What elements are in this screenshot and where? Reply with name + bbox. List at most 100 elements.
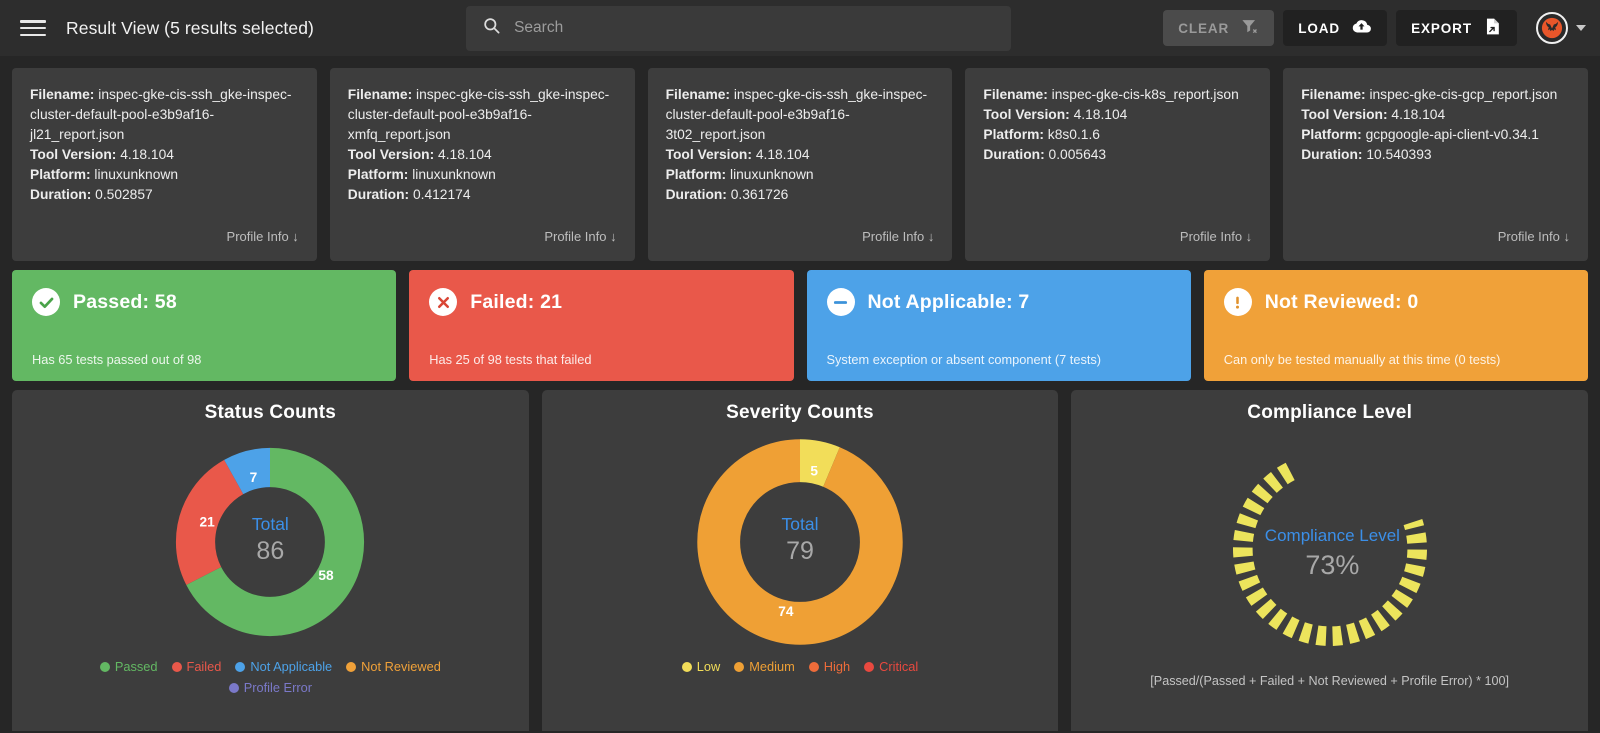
- compliance-gauge-svg[interactable]: [1221, 440, 1439, 658]
- donut-slice-medium[interactable]: [697, 438, 903, 645]
- status-banner-title: Not Applicable: 7: [867, 290, 1030, 313]
- export-button[interactable]: EXPORT: [1396, 10, 1517, 46]
- load-button[interactable]: LOAD: [1283, 10, 1388, 46]
- tool-version-row: Tool Version: 4.18.104: [348, 145, 617, 165]
- file-card-list: Filename: inspec-gke-cis-ssh_gke-inspec-…: [0, 56, 1600, 261]
- platform-row: Platform: gcpgoogle-api-client-v0.34.1: [1301, 125, 1570, 145]
- compliance-level-title: Compliance Level: [1247, 402, 1413, 423]
- legend-item-high[interactable]: High: [808, 659, 851, 674]
- status-banner-not-applicable[interactable]: Not Applicable: 7 System exception or ab…: [806, 270, 1191, 381]
- status-counts-legend: Passed Failed Not Applicable Not Reviewe…: [12, 659, 529, 695]
- status-counts-title: Status Counts: [204, 402, 337, 423]
- severity-counts-title: Severity Counts: [726, 402, 874, 423]
- legend-dot-icon: [346, 661, 357, 672]
- severity-counts-panel: Severity Counts 5 74 Total 79 Low Medium…: [541, 390, 1059, 731]
- tool-version-label: Tool Version:: [1301, 107, 1388, 122]
- chart-row: Status Counts 58 21 7 Total 86 Passed Fa…: [0, 381, 1600, 731]
- gauge-arc[interactable]: [1221, 440, 1439, 658]
- filename-row: Filename: inspec-gke-cis-ssh_gke-inspec-…: [666, 85, 935, 145]
- tool-version-value: 4.18.104: [120, 147, 174, 162]
- status-banner-title: Passed: 58: [73, 290, 177, 313]
- cloud-upload-icon: [1351, 16, 1372, 40]
- search-icon: [482, 16, 501, 40]
- legend-item-critical[interactable]: Critical: [864, 659, 918, 674]
- minus-circle-icon: [826, 288, 855, 316]
- search-field[interactable]: [514, 19, 996, 37]
- duration-label: Duration:: [983, 147, 1045, 162]
- duration-value: 0.412174: [412, 187, 471, 202]
- compliance-gauge[interactable]: Compliance Level 73%: [1071, 424, 1588, 674]
- legend-dot-icon: [808, 661, 819, 672]
- duration-label: Duration:: [30, 187, 92, 202]
- platform-label: Platform:: [983, 127, 1044, 142]
- file-export-icon: [1483, 17, 1502, 39]
- page-title: Result View (5 results selected): [66, 17, 314, 38]
- legend-label: Profile Error: [243, 680, 312, 695]
- user-menu[interactable]: [1535, 12, 1586, 44]
- status-banner-subtitle: Has 25 of 98 tests that failed: [429, 352, 592, 367]
- severity-counts-svg[interactable]: 5 74: [693, 435, 907, 649]
- filename-label: Filename:: [665, 87, 730, 102]
- hamburger-menu-icon[interactable]: [20, 17, 46, 39]
- file-card[interactable]: Filename: inspec-gke-cis-gcp_report.json…: [1283, 68, 1588, 261]
- status-counts-donut[interactable]: 58 21 7 Total 86: [12, 424, 529, 659]
- donut-label-low: 5: [810, 463, 818, 478]
- platform-value: linuxunknown: [412, 167, 496, 182]
- compliance-level-panel: Compliance Level Compliance Level 73% [P…: [1071, 390, 1589, 731]
- load-button-label: LOAD: [1298, 20, 1341, 36]
- status-banner-passed[interactable]: Passed: 58 Has 65 tests passed out of 98: [12, 270, 397, 381]
- legend-item-not-reviewed[interactable]: Not Reviewed: [346, 659, 441, 674]
- severity-counts-donut[interactable]: 5 74 Total 79: [542, 424, 1059, 659]
- donut-label-failed: 21: [200, 514, 216, 529]
- file-card[interactable]: Filename: inspec-gke-cis-ssh_gke-inspec-…: [329, 68, 635, 261]
- heimdall-logo-icon[interactable]: [1535, 12, 1568, 44]
- tool-version-row: Tool Version: 4.18.104: [666, 145, 935, 165]
- filename-row: Filename: inspec-gke-cis-gcp_report.json: [1301, 85, 1570, 105]
- profile-info-link[interactable]: Profile Info ↓: [1498, 227, 1570, 249]
- legend-item-medium[interactable]: Medium: [734, 659, 795, 674]
- filename-label: Filename:: [30, 87, 95, 102]
- chevron-down-icon[interactable]: [1575, 25, 1586, 31]
- duration-value: 0.361726: [730, 187, 789, 202]
- platform-value: k8s0.1.6: [1047, 127, 1100, 142]
- export-button-label: EXPORT: [1411, 20, 1472, 36]
- filename-value: inspec-gke-cis-gcp_report.json: [1369, 87, 1558, 102]
- status-banner-not-reviewed[interactable]: Not Reviewed: 0 Can only be tested manua…: [1203, 270, 1588, 381]
- status-banner-failed[interactable]: Failed: 21 Has 25 of 98 tests that faile…: [409, 270, 794, 381]
- severity-counts-legend: Low Medium High Critical: [542, 659, 1059, 674]
- legend-item-low[interactable]: Low: [681, 659, 720, 674]
- legend-dot-icon: [228, 682, 239, 693]
- status-banner-subtitle: Has 65 tests passed out of 98: [32, 352, 202, 367]
- donut-label-not-applicable: 7: [250, 470, 258, 485]
- tool-version-row: Tool Version: 4.18.104: [1301, 105, 1570, 125]
- file-card[interactable]: Filename: inspec-gke-cis-ssh_gke-inspec-…: [12, 68, 317, 261]
- profile-info-link[interactable]: Profile Info ↓: [862, 227, 934, 249]
- x-circle-icon: [429, 288, 458, 316]
- app-header: Result View (5 results selected) CLEAR L…: [0, 0, 1600, 56]
- search-input[interactable]: [466, 5, 1012, 51]
- legend-label: Critical: [879, 659, 919, 674]
- platform-row: Platform: k8s0.1.6: [983, 125, 1252, 145]
- status-counts-svg[interactable]: 58 21 7: [172, 444, 368, 640]
- file-card[interactable]: Filename: inspec-gke-cis-ssh_gke-inspec-…: [647, 68, 953, 261]
- platform-row: Platform: linuxunknown: [30, 165, 299, 185]
- status-banner-header: Not Applicable: 7: [826, 288, 1171, 316]
- legend-label: Not Reviewed: [361, 659, 441, 674]
- legend-item-profile-error[interactable]: Profile Error: [26, 680, 515, 695]
- profile-info-link[interactable]: Profile Info ↓: [544, 227, 616, 249]
- legend-label: High: [823, 659, 851, 674]
- compliance-formula: [Passed/(Passed + Failed + Not Reviewed …: [1150, 674, 1510, 688]
- status-banner-title: Failed: 21: [470, 290, 563, 313]
- legend-item-passed[interactable]: Passed: [99, 659, 158, 674]
- legend-item-not-applicable[interactable]: Not Applicable: [235, 659, 332, 674]
- clear-button[interactable]: CLEAR: [1163, 10, 1275, 46]
- status-banner-header: Passed: 58: [32, 288, 376, 316]
- duration-value: 0.005643: [1048, 147, 1107, 162]
- duration-row: Duration: 0.005643: [983, 145, 1252, 165]
- filename-label: Filename:: [983, 87, 1048, 102]
- legend-dot-icon: [864, 661, 875, 672]
- profile-info-link[interactable]: Profile Info ↓: [1180, 227, 1252, 249]
- profile-info-link[interactable]: Profile Info ↓: [227, 227, 299, 249]
- legend-item-failed[interactable]: Failed: [171, 659, 221, 674]
- file-card[interactable]: Filename: inspec-gke-cis-k8s_report.json…: [965, 68, 1271, 261]
